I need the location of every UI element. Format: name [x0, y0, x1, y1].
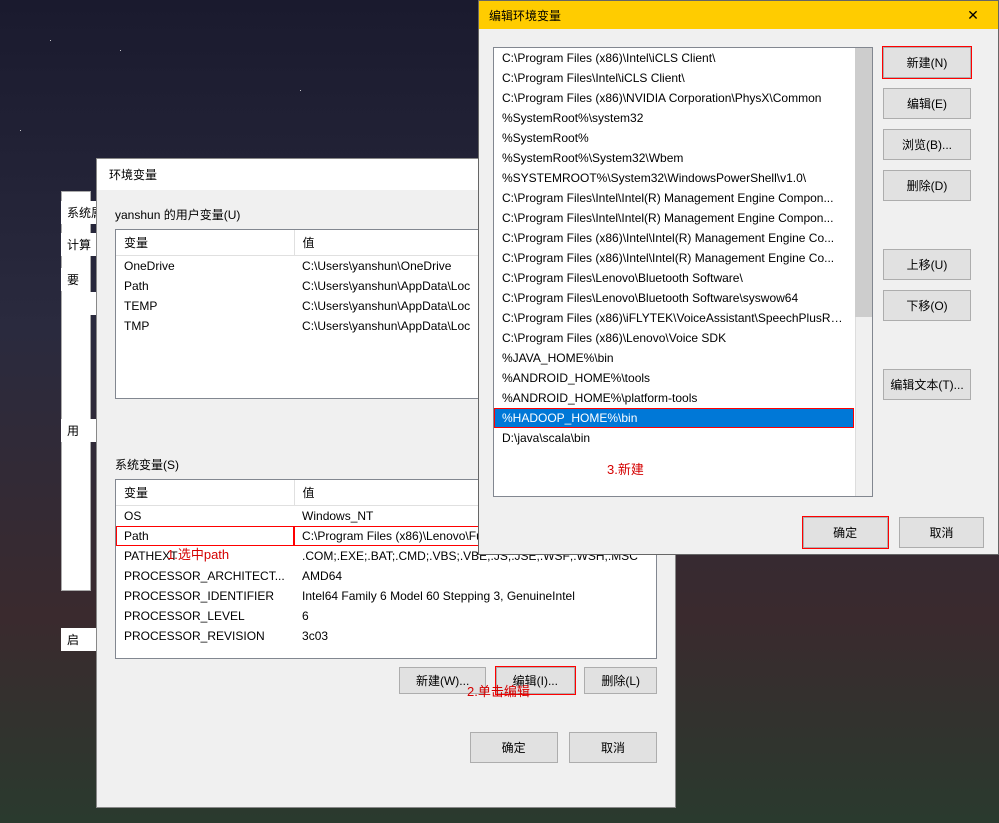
list-item[interactable]: C:\Program Files (x86)\Intel\Intel(R) Ma… — [494, 228, 854, 248]
var-name: PROCESSOR_LEVEL — [116, 606, 294, 626]
annotation-step1: 1.选中path — [167, 544, 229, 563]
edit-path-button[interactable]: 编辑(E) — [883, 88, 971, 119]
path-list-scrollbar[interactable] — [855, 48, 872, 496]
list-item[interactable]: C:\Program Files\Intel\iCLS Client\ — [494, 68, 854, 88]
list-item[interactable]: %ANDROID_HOME%\platform-tools — [494, 388, 854, 408]
user-col-variable[interactable]: 变量 — [116, 230, 294, 256]
list-item[interactable]: %JAVA_HOME%\bin — [494, 348, 854, 368]
table-row[interactable]: PROCESSOR_LEVEL6 — [116, 606, 656, 626]
list-item[interactable]: C:\Program Files\Lenovo\Bluetooth Softwa… — [494, 268, 854, 288]
var-value: AMD64 — [294, 566, 655, 586]
move-up-button[interactable]: 上移(U) — [883, 249, 971, 280]
list-item[interactable]: C:\Program Files (x86)\Intel\Intel(R) Ma… — [494, 248, 854, 268]
move-down-button[interactable]: 下移(O) — [883, 290, 971, 321]
list-item[interactable]: %ANDROID_HOME%\tools — [494, 368, 854, 388]
list-item[interactable]: D:\java\scala\bin — [494, 428, 854, 448]
new-path-button[interactable]: 新建(N) — [883, 47, 971, 78]
close-button[interactable]: ✕ — [948, 1, 998, 29]
annotation-step3: 3.新建 — [607, 459, 644, 478]
edit-cancel-button[interactable]: 取消 — [899, 517, 984, 548]
bg-label-startup: 启 — [61, 628, 96, 651]
table-row[interactable]: PROCESSOR_ARCHITECT...AMD64 — [116, 566, 656, 586]
scroll-thumb[interactable] — [855, 48, 872, 317]
var-name: Path — [116, 526, 294, 546]
list-item[interactable]: %SystemRoot% — [494, 128, 854, 148]
var-name: TMP — [116, 316, 294, 336]
list-item[interactable]: %HADOOP_HOME%\bin — [494, 408, 854, 428]
var-name: PROCESSOR_ARCHITECT... — [116, 566, 294, 586]
sys-delete-button[interactable]: 删除(L) — [584, 667, 657, 694]
edit-ok-button[interactable]: 确定 — [803, 517, 888, 548]
list-item[interactable]: C:\Program Files\Intel\Intel(R) Manageme… — [494, 188, 854, 208]
list-item[interactable]: C:\Program Files (x86)\NVIDIA Corporatio… — [494, 88, 854, 108]
list-item[interactable]: C:\Program Files\Intel\Intel(R) Manageme… — [494, 208, 854, 228]
table-row[interactable]: PROCESSOR_IDENTIFIERIntel64 Family 6 Mod… — [116, 586, 656, 606]
list-item[interactable]: %SystemRoot%\System32\Wbem — [494, 148, 854, 168]
env-ok-button[interactable]: 确定 — [470, 732, 558, 763]
var-value: 6 — [294, 606, 655, 626]
list-item[interactable]: %SystemRoot%\system32 — [494, 108, 854, 128]
list-item[interactable]: %SYSTEMROOT%\System32\WindowsPowerShell\… — [494, 168, 854, 188]
var-name: PROCESSOR_REVISION — [116, 626, 294, 646]
browse-path-button[interactable]: 浏览(B)... — [883, 129, 971, 160]
var-value: Intel64 Family 6 Model 60 Stepping 3, Ge… — [294, 586, 655, 606]
table-row[interactable]: PROCESSOR_REVISION3c03 — [116, 626, 656, 646]
list-item[interactable]: C:\Program Files (x86)\iFLYTEK\VoiceAssi… — [494, 308, 854, 328]
var-value: 3c03 — [294, 626, 655, 646]
edit-text-button[interactable]: 编辑文本(T)... — [883, 369, 971, 400]
delete-path-button[interactable]: 删除(D) — [883, 170, 971, 201]
bg-label-req: 要 — [61, 268, 85, 291]
annotation-step2: 2.单击编辑 — [467, 681, 530, 700]
env-cancel-button[interactable]: 取消 — [569, 732, 657, 763]
edit-dialog-titlebar[interactable]: 编辑环境变量 ✕ — [479, 1, 998, 29]
bg-label-computer: 计算 — [61, 233, 97, 256]
var-name: TEMP — [116, 296, 294, 316]
sys-col-variable[interactable]: 变量 — [116, 480, 294, 506]
var-name: PROCESSOR_IDENTIFIER — [116, 586, 294, 606]
list-item[interactable]: C:\Program Files (x86)\Lenovo\Voice SDK — [494, 328, 854, 348]
list-item[interactable]: C:\Program Files (x86)\Intel\iCLS Client… — [494, 48, 854, 68]
close-icon: ✕ — [967, 7, 979, 24]
bg-label-user: 用 — [61, 419, 96, 442]
edit-environment-variable-dialog: 编辑环境变量 ✕ C:\Program Files (x86)\Intel\iC… — [478, 0, 999, 555]
path-entries-list[interactable]: C:\Program Files (x86)\Intel\iCLS Client… — [493, 47, 873, 497]
edit-dialog-title: 编辑环境变量 — [489, 7, 561, 24]
var-name: Path — [116, 276, 294, 296]
list-item[interactable]: C:\Program Files\Lenovo\Bluetooth Softwa… — [494, 288, 854, 308]
var-name: OS — [116, 506, 294, 527]
var-name: OneDrive — [116, 256, 294, 277]
